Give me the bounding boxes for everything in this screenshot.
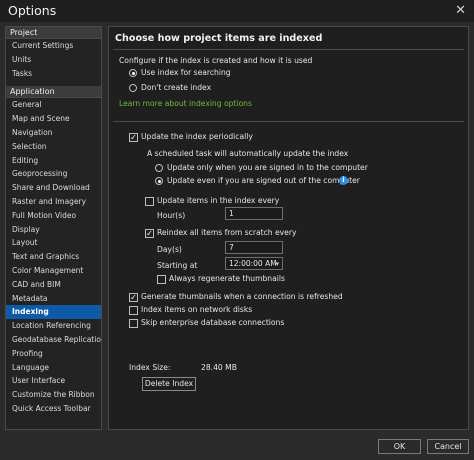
hours-label: Hour(s)	[157, 211, 186, 220]
sidebar-item-indexing[interactable]: Indexing	[6, 305, 101, 320]
sidebar-item-metadata[interactable]: Metadata	[6, 292, 101, 306]
update-items-every-label[interactable]: Update items in the index every	[157, 196, 279, 205]
page-title: Choose how project items are indexed	[115, 33, 323, 44]
hours-input[interactable]: 1	[225, 207, 283, 220]
index-network-disks-checkbox[interactable]	[129, 306, 138, 315]
sidebar-item-layout[interactable]: Layout	[6, 236, 101, 250]
sidebar-item-units[interactable]: Units	[6, 53, 101, 67]
sidebar-item-map-and-scene[interactable]: Map and Scene	[6, 112, 101, 126]
options-sidebar: Project Current Settings Units Tasks App…	[5, 26, 102, 430]
scheduled-task-note: A scheduled task will automatically upda…	[147, 149, 349, 158]
sidebar-section-project: Project	[6, 27, 101, 39]
sidebar-item-tasks[interactable]: Tasks	[6, 67, 101, 81]
window-title: Options	[8, 3, 57, 18]
sidebar-item-geoprocessing[interactable]: Geoprocessing	[6, 167, 101, 181]
chevron-down-icon[interactable]: ▾	[275, 259, 279, 270]
info-icon[interactable]: i	[339, 176, 348, 185]
update-periodically-checkbox[interactable]: ✓	[129, 133, 138, 142]
generate-thumbnails-label[interactable]: Generate thumbnails when a connection is…	[141, 292, 343, 301]
generate-thumbnails-checkbox[interactable]: ✓	[129, 293, 138, 302]
ok-button[interactable]: OK	[378, 439, 421, 454]
reindex-all-label[interactable]: Reindex all items from scratch every	[157, 228, 296, 237]
sidebar-item-current-settings[interactable]: Current Settings	[6, 39, 101, 53]
reindex-all-checkbox[interactable]: ✓	[145, 229, 154, 238]
sidebar-item-proofing[interactable]: Proofing	[6, 347, 101, 361]
title-bar: Options ✕	[0, 0, 474, 22]
always-regenerate-label[interactable]: Always regenerate thumbnails	[169, 274, 285, 283]
sidebar-item-general[interactable]: General	[6, 98, 101, 112]
sidebar-item-display[interactable]: Display	[6, 223, 101, 237]
use-index-radio[interactable]	[129, 69, 137, 77]
signed-out-radio[interactable]	[155, 177, 163, 185]
cancel-button[interactable]: Cancel	[427, 439, 469, 454]
starting-at-label: Starting at	[157, 261, 198, 270]
sidebar-item-color-management[interactable]: Color Management	[6, 264, 101, 278]
days-label: Day(s)	[157, 245, 182, 254]
sidebar-item-geodatabase-replication[interactable]: Geodatabase Replication	[6, 333, 101, 347]
sidebar-item-text-and-graphics[interactable]: Text and Graphics	[6, 250, 101, 264]
section-divider	[113, 121, 464, 122]
sidebar-item-share-and-download[interactable]: Share and Download	[6, 181, 101, 195]
heading-divider	[113, 49, 464, 50]
sidebar-item-customize-the-ribbon[interactable]: Customize the Ribbon	[6, 388, 101, 402]
dont-create-index-radio[interactable]	[129, 84, 137, 92]
index-size-value: 28.40 MB	[201, 363, 237, 372]
delete-index-button[interactable]: Delete Index	[142, 377, 196, 391]
sidebar-item-navigation[interactable]: Navigation	[6, 126, 101, 140]
dont-create-index-label[interactable]: Don't create index	[141, 83, 211, 92]
starting-at-input[interactable]: 12:00:00 AM ▾	[225, 257, 283, 270]
configure-label: Configure if the index is created and ho…	[119, 56, 313, 65]
update-items-every-checkbox[interactable]	[145, 197, 154, 206]
sidebar-item-selection[interactable]: Selection	[6, 140, 101, 154]
always-regenerate-checkbox[interactable]	[157, 275, 166, 284]
sidebar-item-quick-access-toolbar[interactable]: Quick Access Toolbar	[6, 402, 101, 416]
index-network-disks-label[interactable]: Index items on network disks	[141, 305, 252, 314]
sidebar-section-application: Application	[6, 86, 101, 99]
learn-more-link[interactable]: Learn more about indexing options	[119, 99, 252, 108]
skip-enterprise-checkbox[interactable]	[129, 319, 138, 328]
days-input[interactable]: 7	[225, 241, 283, 254]
indexing-panel: Choose how project items are indexed Con…	[108, 26, 469, 430]
starting-at-value: 12:00:00 AM	[229, 259, 277, 268]
signed-in-radio[interactable]	[155, 164, 163, 172]
sidebar-item-user-interface[interactable]: User Interface	[6, 374, 101, 388]
sidebar-item-cad-and-bim[interactable]: CAD and BIM	[6, 278, 101, 292]
close-icon[interactable]: ✕	[455, 3, 466, 18]
sidebar-item-language[interactable]: Language	[6, 361, 101, 375]
sidebar-item-full-motion-video[interactable]: Full Motion Video	[6, 209, 101, 223]
sidebar-item-raster-and-imagery[interactable]: Raster and Imagery	[6, 195, 101, 209]
signed-in-label[interactable]: Update only when you are signed in to th…	[167, 163, 368, 172]
signed-out-label[interactable]: Update even if you are signed out of the…	[167, 176, 360, 185]
update-periodically-label[interactable]: Update the index periodically	[141, 132, 253, 141]
use-index-label[interactable]: Use index for searching	[141, 68, 231, 77]
sidebar-item-editing[interactable]: Editing	[6, 154, 101, 168]
sidebar-item-location-referencing[interactable]: Location Referencing	[6, 319, 101, 333]
skip-enterprise-label[interactable]: Skip enterprise database connections	[141, 318, 284, 327]
index-size-label: Index Size:	[129, 363, 171, 372]
